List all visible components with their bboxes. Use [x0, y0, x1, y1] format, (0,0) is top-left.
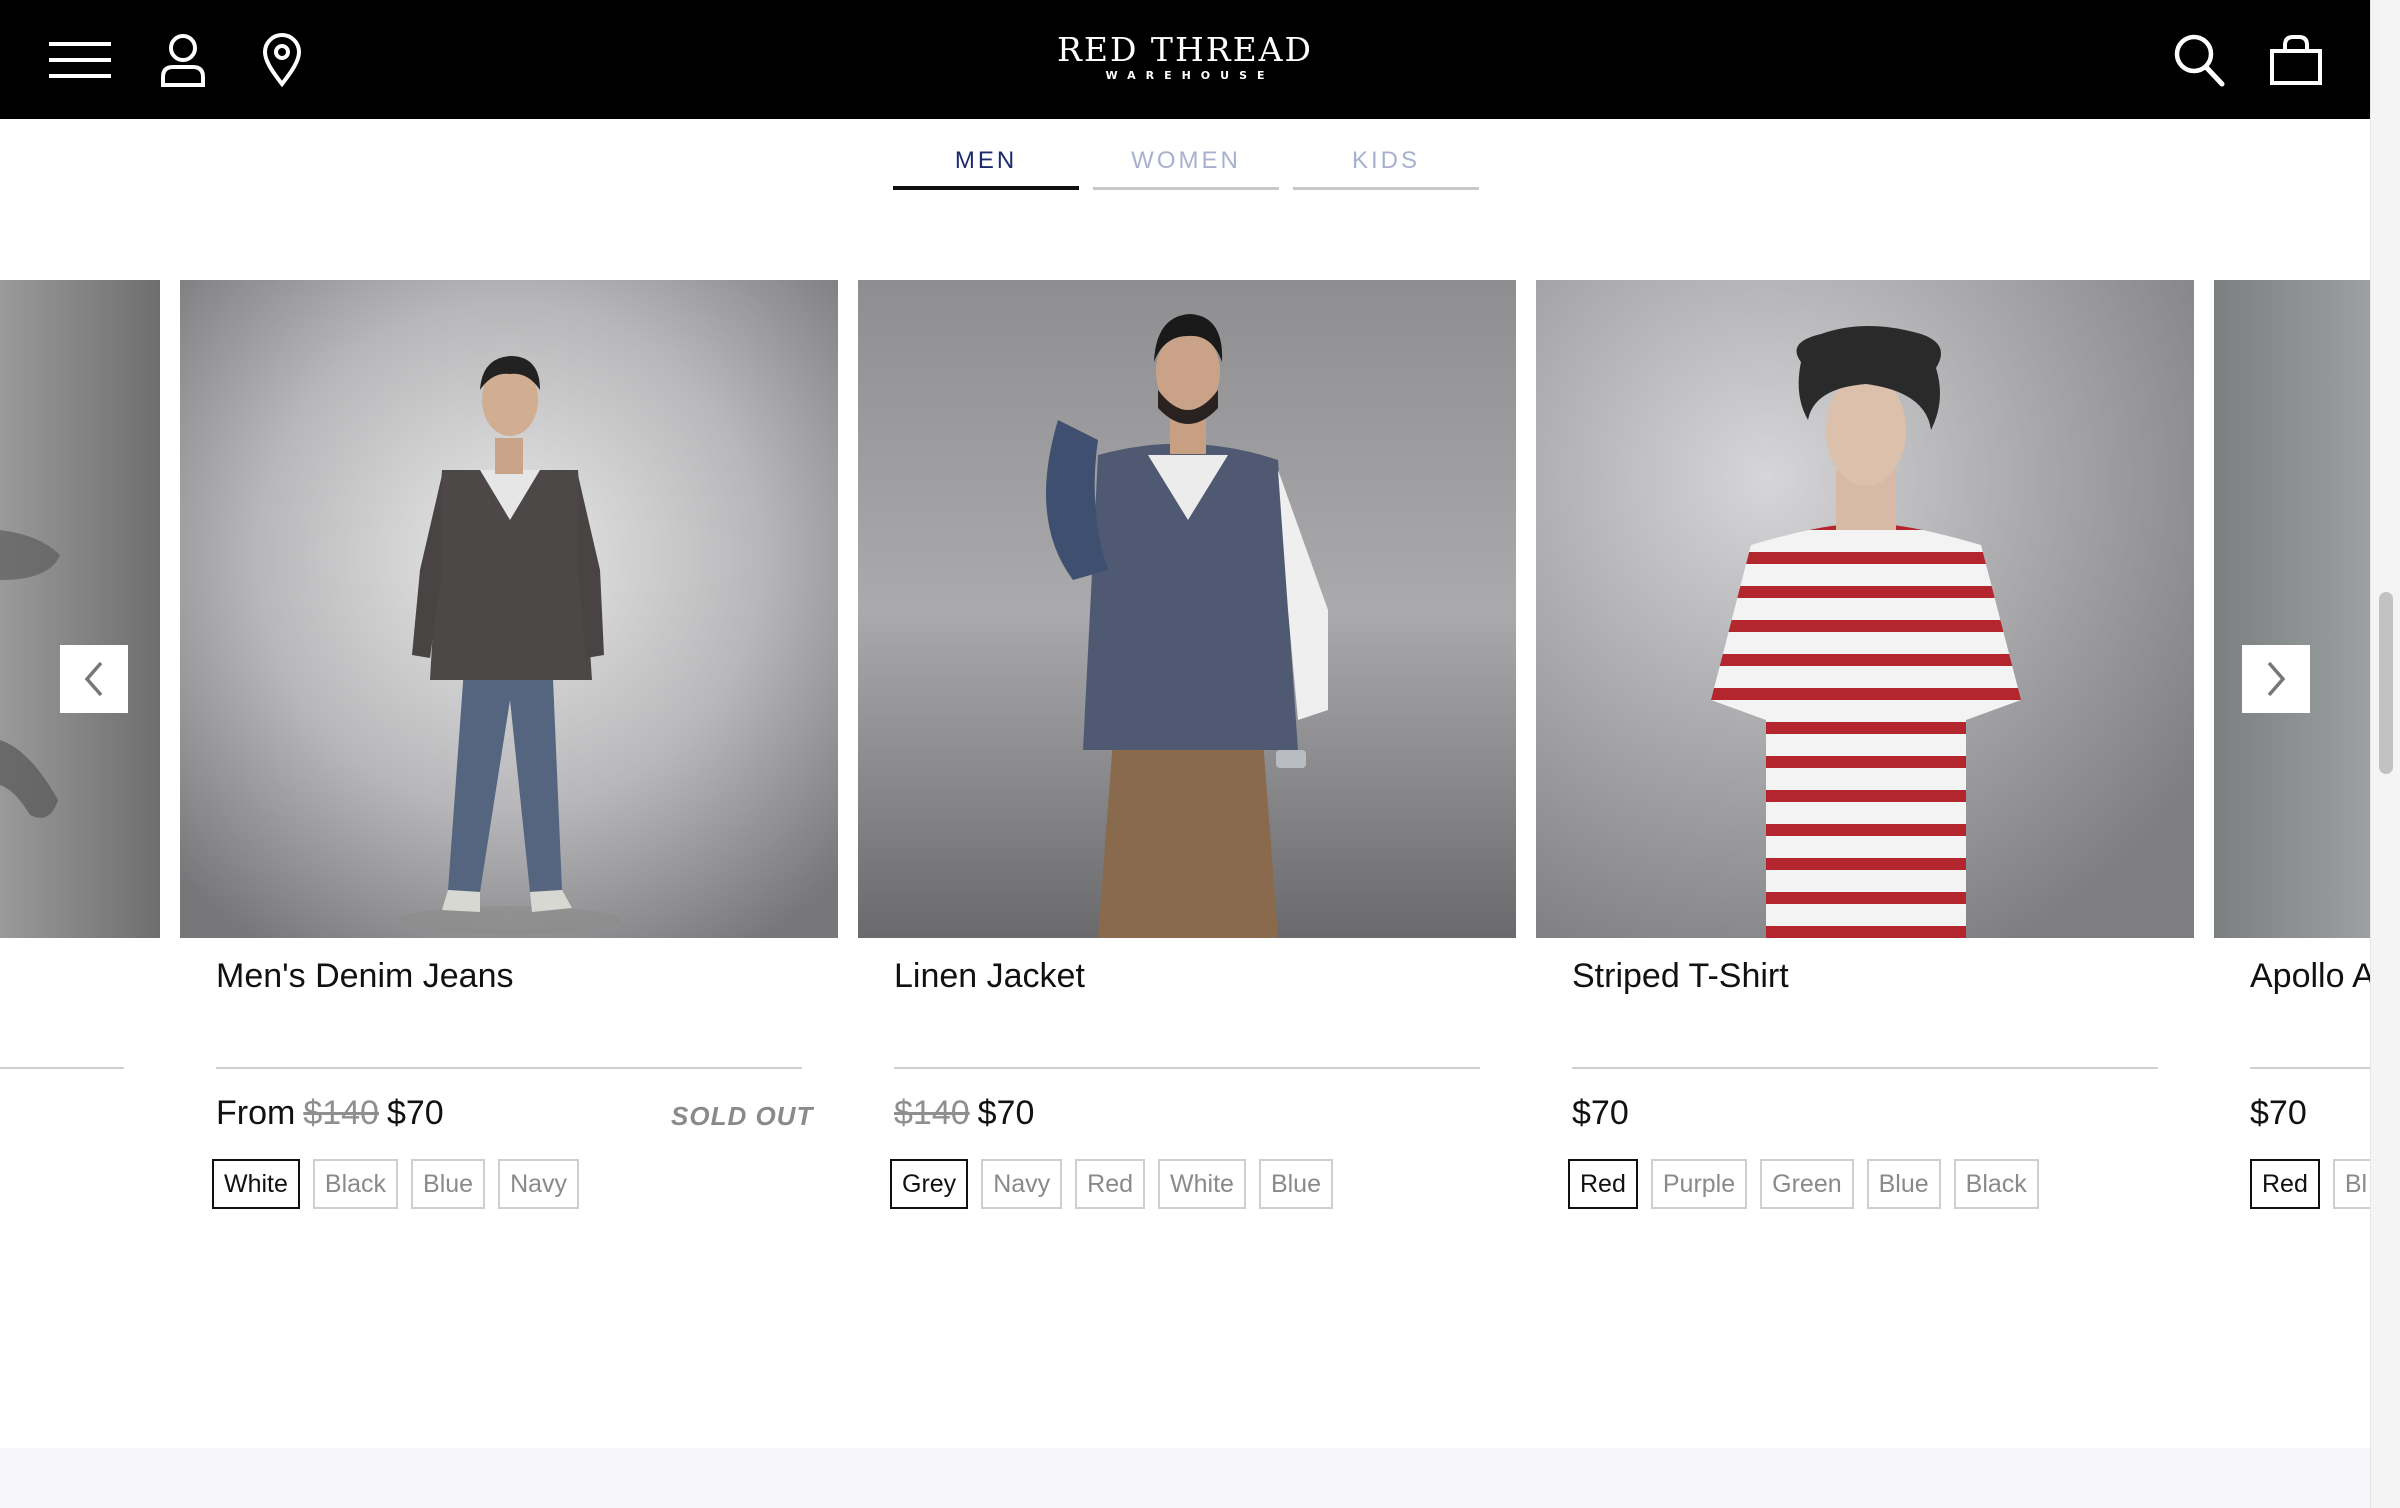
color-option-blue[interactable]: Blue	[411, 1159, 486, 1209]
color-options: Red Bl	[2250, 1159, 2370, 1209]
sale-price: $70	[2250, 1094, 2307, 1132]
card-divider	[2250, 1067, 2370, 1069]
footer-section	[0, 1448, 2370, 1508]
color-option-white[interactable]: White	[1158, 1159, 1246, 1209]
site-header: RED THREAD WAREHOUSE	[0, 0, 2370, 119]
brand-logo[interactable]: RED THREAD WAREHOUSE	[1050, 30, 1320, 90]
product-title[interactable]: Linen Jacket	[894, 957, 1085, 996]
product-image-linen-jacket[interactable]	[858, 280, 1516, 938]
color-option-blue[interactable]: Blue	[1866, 1159, 1941, 1209]
sale-price: $70	[386, 1094, 444, 1132]
tab-kids-label: KIDS	[1351, 147, 1420, 174]
price-row: $70	[1572, 1094, 1629, 1133]
tab-women[interactable]: WOMEN	[1093, 146, 1279, 190]
tab-kids[interactable]: KIDS	[1293, 146, 1479, 190]
page: RED THREAD WAREHOUSE MEN WOMEN KIDS Men'…	[0, 0, 2400, 1508]
sale-price: $70	[1572, 1094, 1629, 1132]
scrollbar-thumb[interactable]	[2379, 592, 2393, 774]
chevron-right-icon	[2267, 661, 2286, 697]
tab-men-label: MEN	[954, 147, 1018, 174]
price-row: From $140 $70	[216, 1094, 444, 1133]
tab-men-underline	[893, 186, 1079, 190]
card-divider	[216, 1067, 802, 1069]
price-row: $140 $70	[894, 1094, 1034, 1133]
color-option-black[interactable]: Black	[1953, 1159, 2039, 1209]
color-option-black[interactable]: Black	[312, 1159, 399, 1209]
tab-women-underline	[1093, 187, 1279, 190]
original-price: $140	[303, 1094, 379, 1132]
tab-men[interactable]: MEN	[893, 146, 1079, 190]
color-options: Grey Navy Red White Blue	[890, 1159, 1333, 1209]
color-option-blue[interactable]: Bl	[2332, 1159, 2370, 1209]
original-price: $140	[894, 1094, 970, 1132]
product-card-next-clip: Apollo A $70 Red Bl	[2250, 940, 2370, 1240]
search-icon[interactable]	[2172, 32, 2226, 88]
card-divider	[1572, 1067, 2158, 1069]
tab-kids-underline	[1293, 187, 1479, 190]
location-icon[interactable]	[260, 32, 304, 88]
product-title[interactable]: Men's Denim Jeans	[216, 957, 514, 996]
color-option-red[interactable]: Red	[1075, 1159, 1146, 1209]
color-option-purple[interactable]: Purple	[1650, 1159, 1748, 1209]
product-image-next[interactable]	[2214, 280, 2370, 938]
price-prefix: From	[216, 1094, 296, 1132]
color-option-white[interactable]: White	[212, 1159, 300, 1209]
color-option-red[interactable]: Red	[1568, 1159, 1638, 1209]
brand-subtitle: WAREHOUSE	[1105, 69, 1275, 82]
product-title[interactable]: Striped T-Shirt	[1572, 957, 1789, 996]
bag-icon[interactable]	[2268, 32, 2324, 88]
sale-price: $70	[977, 1094, 1035, 1132]
color-option-blue[interactable]: Blue	[1258, 1159, 1333, 1209]
page-scrollbar[interactable]	[2370, 0, 2400, 1508]
card-divider-previous	[0, 1067, 124, 1069]
product-image-striped-tshirt[interactable]	[1536, 280, 2194, 938]
price-row: $70	[2250, 1094, 2307, 1133]
color-option-navy[interactable]: Navy	[498, 1159, 580, 1209]
color-option-navy[interactable]: Navy	[981, 1159, 1063, 1209]
brand-name: RED THREAD	[1057, 30, 1313, 69]
color-option-grey[interactable]: Grey	[890, 1159, 969, 1209]
product-image-denim-jeans[interactable]	[180, 280, 838, 938]
product-title[interactable]: Apollo A	[2250, 957, 2370, 996]
menu-icon[interactable]	[48, 38, 112, 82]
account-icon[interactable]	[158, 32, 208, 88]
product-image-previous[interactable]	[0, 280, 160, 938]
color-option-red[interactable]: Red	[2250, 1159, 2320, 1209]
card-divider	[894, 1067, 1480, 1069]
sold-out-badge: SOLD OUT	[671, 1101, 814, 1131]
color-option-green[interactable]: Green	[1760, 1159, 1854, 1209]
chevron-left-icon	[84, 661, 103, 697]
color-options: White Black Blue Navy	[212, 1159, 580, 1209]
color-options: Red Purple Green Blue Black	[1568, 1159, 2039, 1209]
carousel-next-button[interactable]	[2242, 645, 2310, 713]
tab-women-label: WOMEN	[1131, 147, 1241, 174]
carousel-prev-button[interactable]	[60, 645, 128, 713]
